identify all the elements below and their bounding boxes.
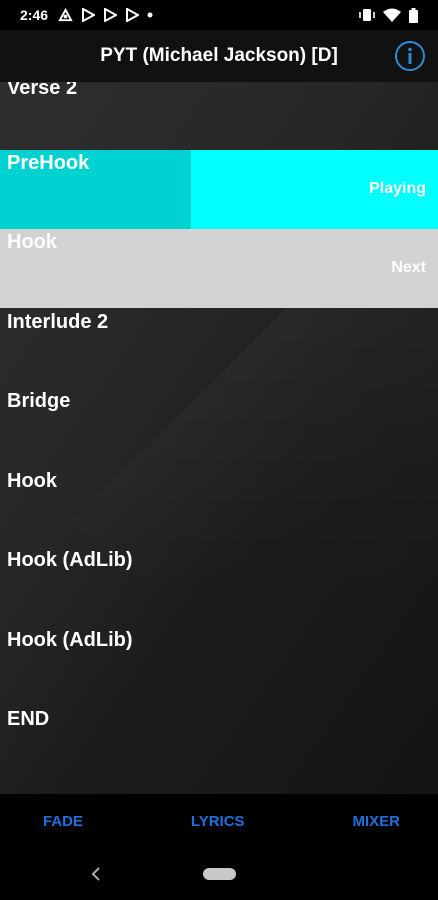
system-icons: [359, 7, 418, 23]
status-time: 2:46: [20, 7, 49, 23]
section-hook-adlib[interactable]: Hook (AdLib): [0, 547, 438, 626]
notification-icons: [58, 7, 153, 23]
fade-button[interactable]: FADE: [43, 813, 83, 830]
back-icon[interactable]: [90, 866, 102, 887]
section-label: Hook: [7, 470, 57, 492]
section-label: Hook (AdLib): [7, 549, 133, 571]
status-bar: 2:46: [0, 0, 438, 30]
section-end[interactable]: END: [0, 706, 438, 785]
section-label: Interlude 2: [7, 311, 109, 333]
bottom-action-bar: FADE LYRICS MIXER: [0, 794, 438, 848]
section-list: Verse 2 PreHook Playing Hook Next Interl…: [0, 82, 438, 794]
lyrics-button[interactable]: LYRICS: [191, 813, 245, 830]
section-hook-adlib-2[interactable]: Hook (AdLib): [0, 627, 438, 706]
playing-status: Playing: [369, 180, 426, 197]
app-header: PYT (Michael Jackson) [D]: [0, 30, 438, 82]
wifi-icon: [383, 8, 401, 22]
section-label: Hook (AdLib): [7, 629, 133, 651]
mixer-button[interactable]: MIXER: [352, 813, 400, 830]
section-verse-2[interactable]: Verse 2: [0, 82, 438, 154]
play-store-icon: [103, 8, 118, 22]
section-label: Hook: [7, 231, 57, 253]
section-label: Bridge: [7, 390, 71, 412]
section-label: Verse 2: [7, 82, 78, 99]
next-status: Next: [391, 259, 426, 276]
home-pill[interactable]: [203, 868, 236, 880]
play-store-icon: [81, 8, 96, 22]
section-label: END: [7, 708, 50, 730]
system-nav-bar: [0, 848, 438, 900]
cloud-sync-icon: [58, 7, 73, 23]
dot-icon: [147, 12, 153, 18]
vibrate-icon: [359, 8, 375, 22]
play-store-icon: [125, 8, 140, 22]
section-bridge[interactable]: Bridge: [0, 388, 438, 467]
info-icon: [395, 41, 425, 71]
battery-icon: [409, 7, 418, 23]
info-button[interactable]: [394, 40, 426, 72]
section-hook[interactable]: Hook: [0, 468, 438, 547]
section-interlude-2[interactable]: Interlude 2: [0, 309, 438, 388]
song-title: PYT (Michael Jackson) [D]: [100, 45, 338, 66]
section-hook-next[interactable]: Hook Next: [0, 229, 438, 308]
section-prehook[interactable]: PreHook Playing: [0, 150, 438, 229]
section-label: PreHook: [7, 152, 90, 174]
